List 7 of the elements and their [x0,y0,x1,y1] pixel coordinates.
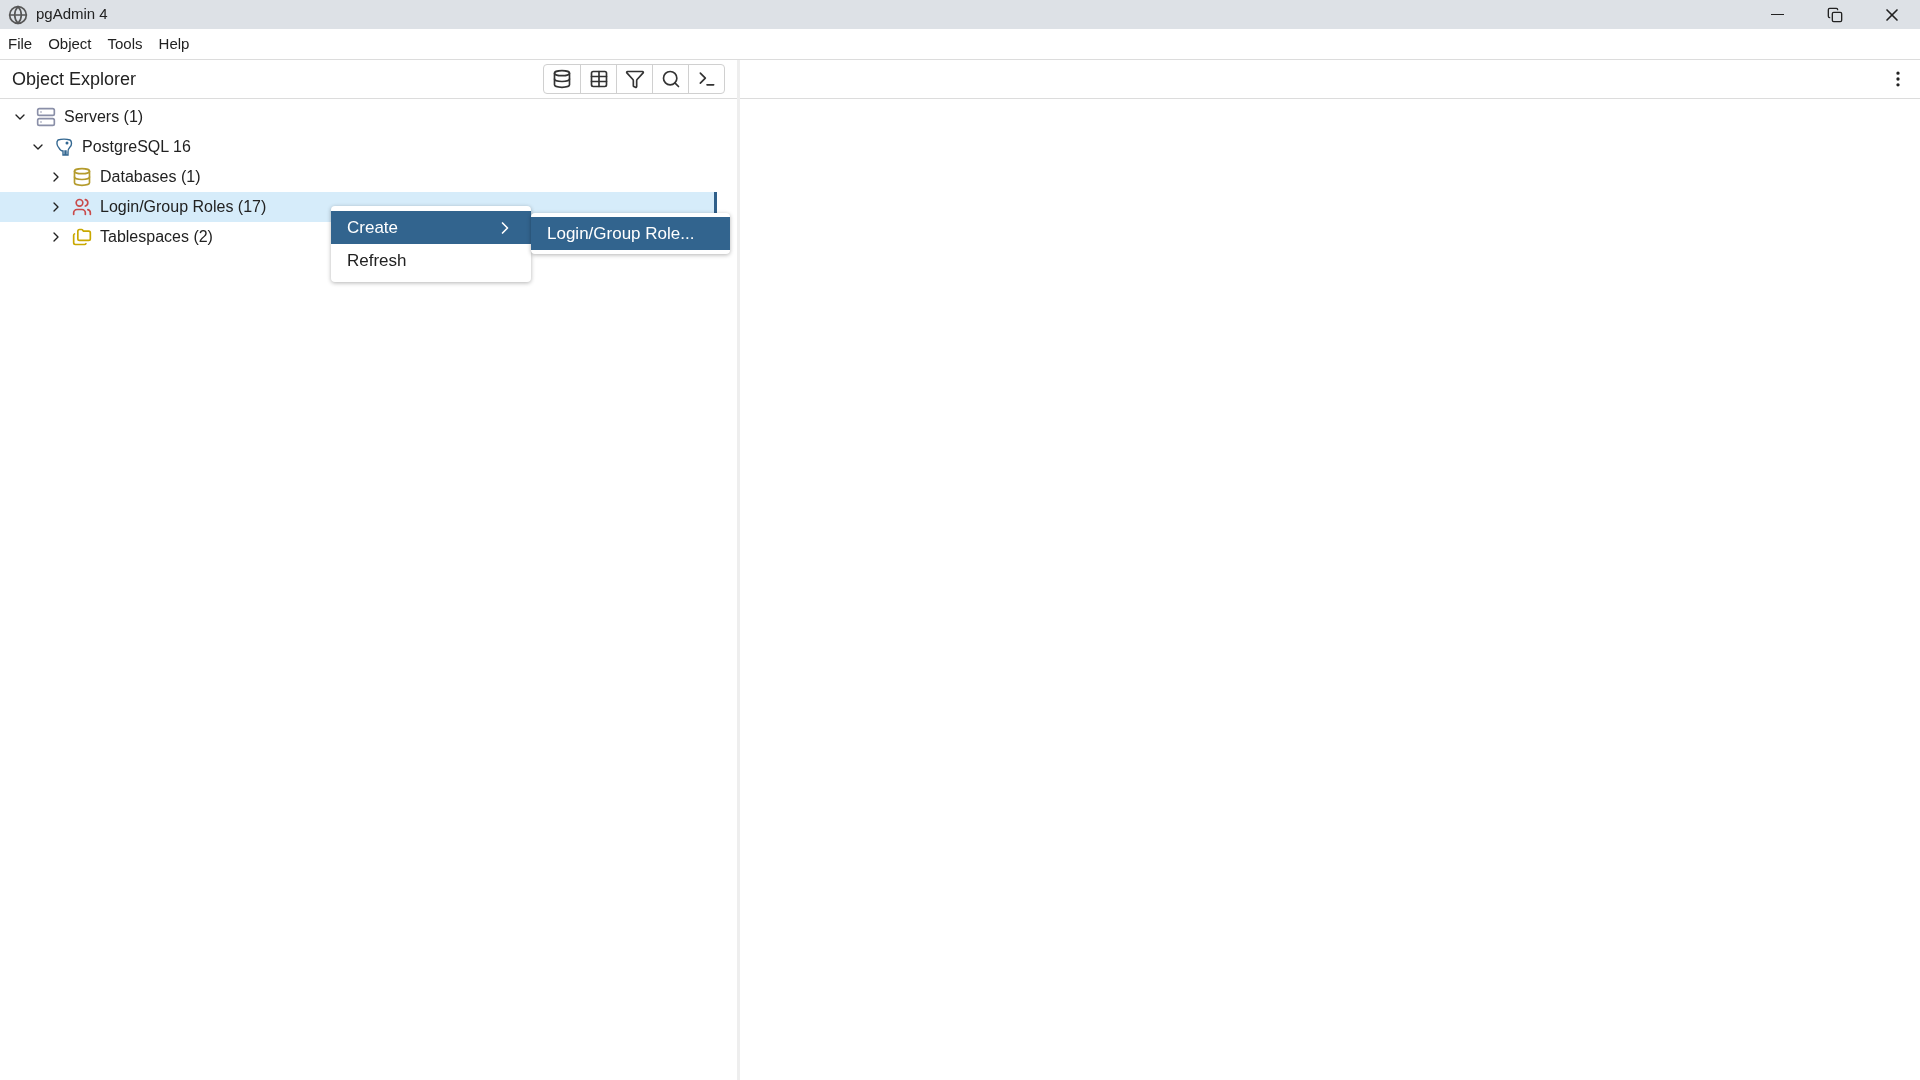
tree-label: Login/Group Roles (17) [100,197,267,217]
tree-label: Databases (1) [100,167,201,187]
tree-label: Tablespaces (2) [100,227,213,247]
panel-title: Object Explorer [12,67,137,91]
tree-label: Servers (1) [64,107,144,127]
window-title: pgAdmin 4 [36,4,108,25]
tree-label: PostgreSQL 16 [82,137,191,157]
